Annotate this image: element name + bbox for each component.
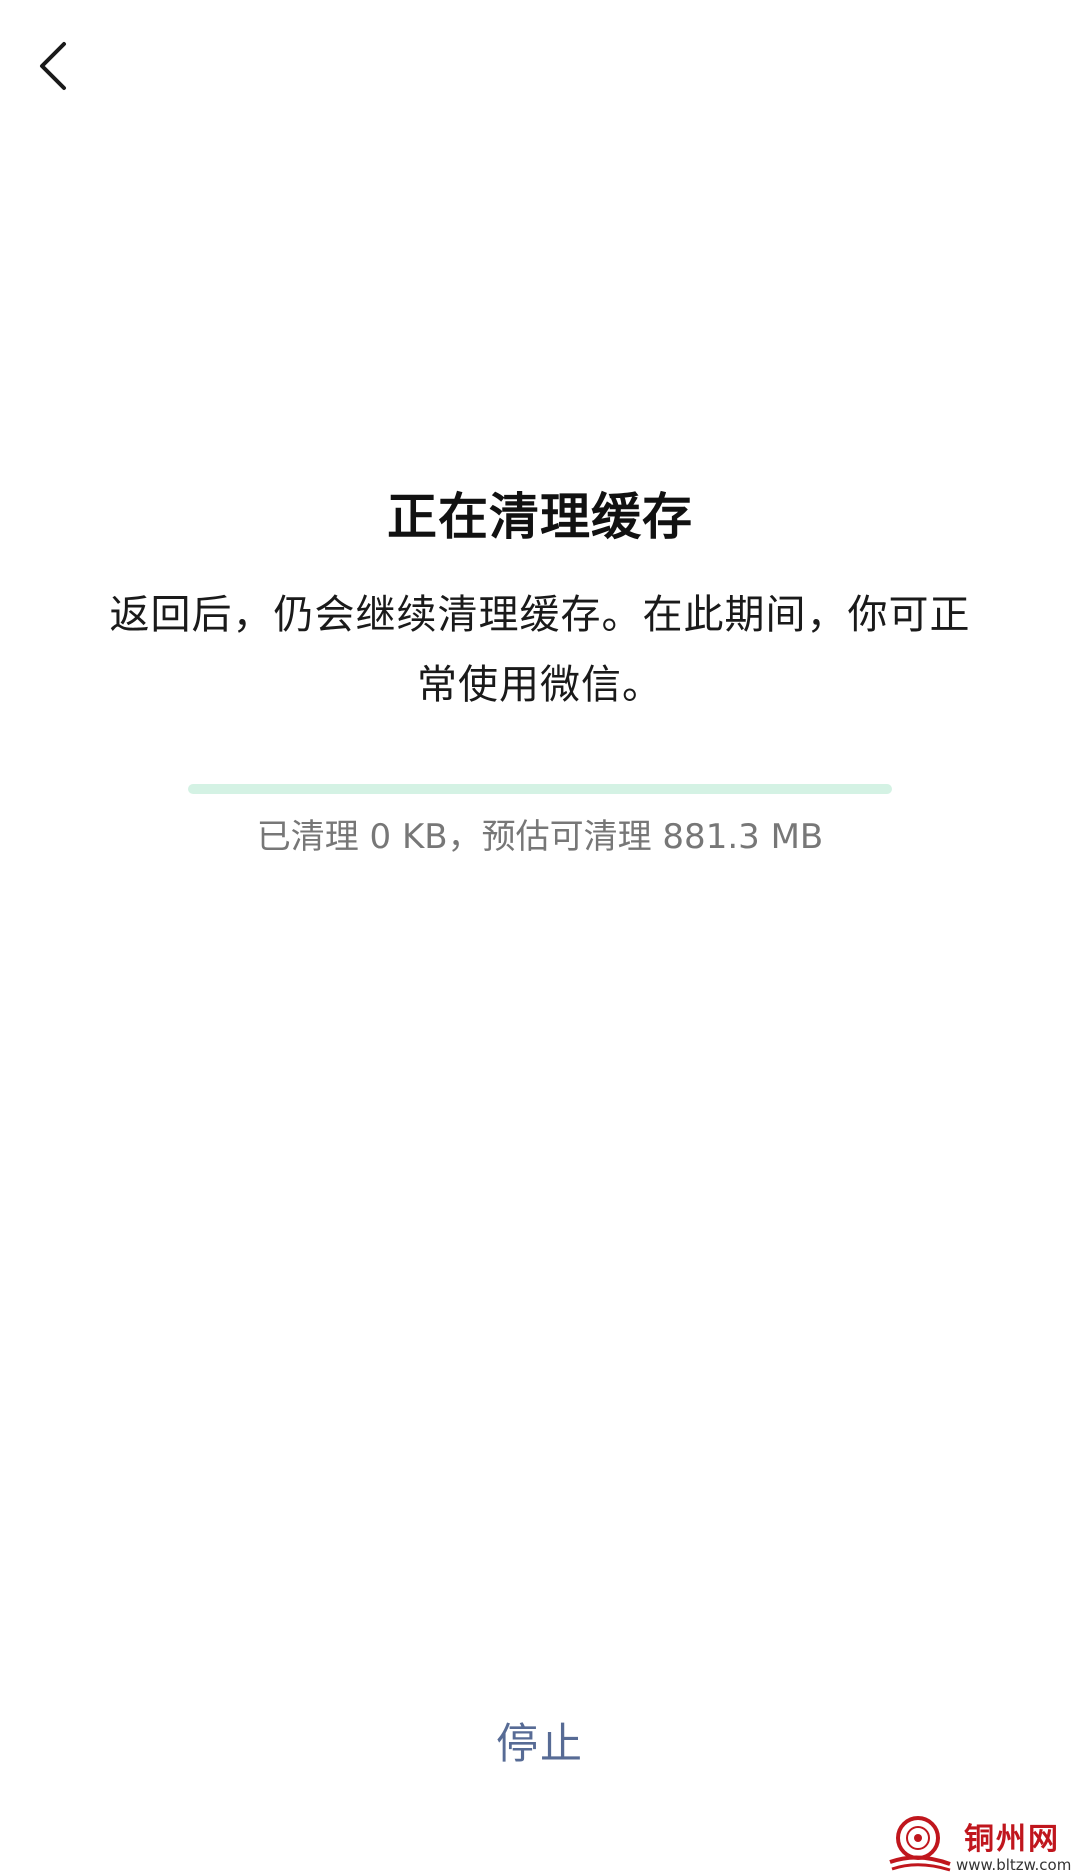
watermark-logo: 铜州网 www.bltzw.com	[888, 1812, 1078, 1874]
site-logo-icon	[889, 1816, 951, 1872]
chevron-left-icon	[40, 42, 66, 90]
cleanup-status-text: 已清理 0 KB，预估可清理 881.3 MB	[256, 817, 824, 857]
clear-cache-screen: 正在清理缓存 返回后，仍会继续清理缓存。在此期间，你可正常使用微信。 已清理 0…	[0, 0, 1080, 1876]
page-title: 正在清理缓存	[387, 488, 693, 546]
watermark-url: www.bltzw.com	[956, 1856, 1072, 1874]
back-button[interactable]	[28, 30, 84, 102]
watermark-name: 铜州网	[964, 1822, 1060, 1857]
progress-bar	[188, 784, 892, 794]
stop-button[interactable]: 停止	[440, 1712, 640, 1776]
description-text: 返回后，仍会继续清理缓存。在此期间，你可正常使用微信。	[109, 592, 971, 708]
